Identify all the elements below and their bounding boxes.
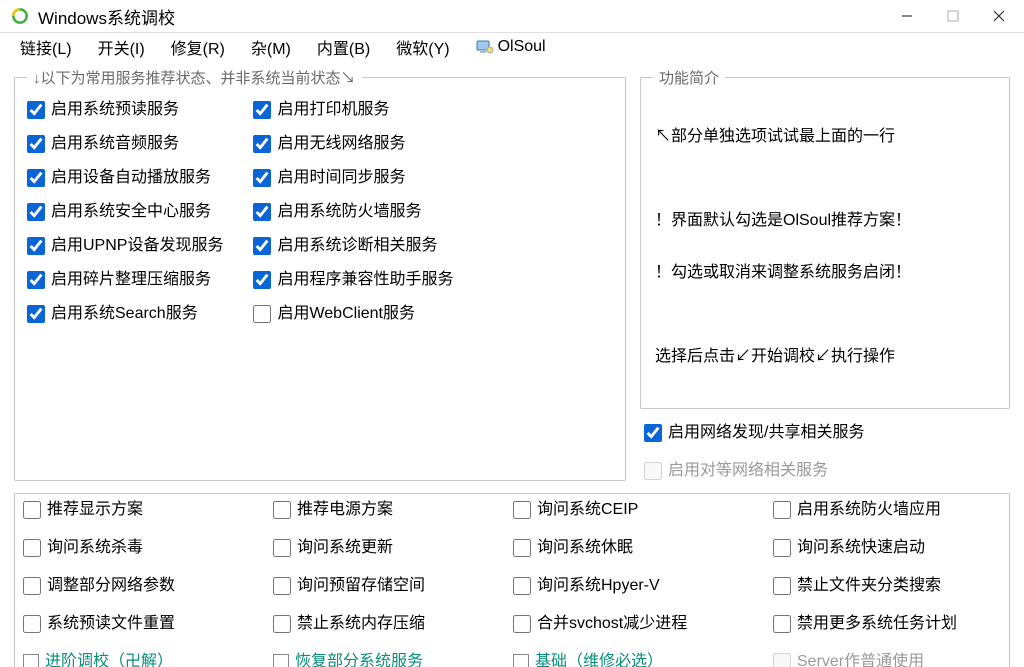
window-root: Windows系统调校 链接(L) 开关(I) 修复(R) 杂(M) 内置(B)… <box>0 0 1024 667</box>
menu-link[interactable]: 链接(L) <box>16 33 76 61</box>
group-services-legend: ↓以下为常用服务推荐状态、并非系统当前状态↘ <box>27 67 362 88</box>
services-col-b: 启用打印机服务 启用无线网络服务 启用时间同步服务 启用系统防火墙服务 启用系统… <box>253 96 453 324</box>
chk-svc-a3[interactable]: 启用系统安全中心服务 <box>27 202 223 222</box>
tristate-icon <box>513 654 529 667</box>
chk-g-2-2[interactable]: 询问系统Hpyer-V <box>513 576 763 596</box>
menu-olsoul[interactable]: OlSoul <box>472 36 550 58</box>
options-panel: 推荐显示方案 推荐电源方案 询问系统CEIP 启用系统防火墙应用 询问系统杀毒 … <box>14 493 1010 667</box>
intro-line4: 选择后点击↙开始调校↙执行操作 <box>655 344 997 370</box>
olsoul-icon <box>476 39 494 55</box>
chk-svc-a6[interactable]: 启用系统Search服务 <box>27 304 223 324</box>
maximize-button[interactable] <box>930 0 976 32</box>
chk-special-advanced[interactable]: 进阶调校（卍解） <box>23 652 263 667</box>
chk-g-2-1[interactable]: 询问预留存储空间 <box>273 576 503 596</box>
tristate-icon <box>23 654 39 667</box>
chk-svc-b0[interactable]: 启用打印机服务 <box>253 100 453 120</box>
chk-g-0-2[interactable]: 询问系统CEIP <box>513 500 763 520</box>
chk-svc-a2[interactable]: 启用设备自动播放服务 <box>27 168 223 188</box>
menu-misc[interactable]: 杂(M) <box>247 33 295 61</box>
chk-g-0-0[interactable]: 推荐显示方案 <box>23 500 263 520</box>
group-services: ↓以下为常用服务推荐状态、并非系统当前状态↘ 启用系统预读服务 启用系统音频服务… <box>14 67 626 481</box>
menu-switch[interactable]: 开关(I) <box>94 33 149 61</box>
chk-g-1-1[interactable]: 询问系统更新 <box>273 538 503 558</box>
chk-svc-b6[interactable]: 启用WebClient服务 <box>253 304 453 324</box>
chk-g-1-3[interactable]: 询问系统快速启动 <box>773 538 1023 558</box>
chk-svc-a1[interactable]: 启用系统音频服务 <box>27 134 223 154</box>
chk-g-3-2[interactable]: 合并svchost减少进程 <box>513 614 763 634</box>
menubar: 链接(L) 开关(I) 修复(R) 杂(M) 内置(B) 微软(Y) OlSou… <box>0 33 1024 61</box>
chk-g-0-1[interactable]: 推荐电源方案 <box>273 500 503 520</box>
menu-builtin[interactable]: 内置(B) <box>313 33 374 61</box>
chk-g-1-0[interactable]: 询问系统杀毒 <box>23 538 263 558</box>
chk-g-2-3[interactable]: 禁止文件夹分类搜索 <box>773 576 1023 596</box>
menu-ms[interactable]: 微软(Y) <box>392 33 453 61</box>
menu-repair[interactable]: 修复(R) <box>167 33 229 61</box>
chk-svc-a4[interactable]: 启用UPNP设备发现服务 <box>27 236 223 256</box>
chk-special-restore[interactable]: 恢复部分系统服务 <box>273 652 503 667</box>
chk-g-2-0[interactable]: 调整部分网络参数 <box>23 576 263 596</box>
chk-svc-b4[interactable]: 启用系统诊断相关服务 <box>253 236 453 256</box>
intro-text: ↖部分单独选项试试最上面的一行 ！界面默认勾选是OlSoul推荐方案！ ！勾选或… <box>653 96 999 398</box>
chk-p2p-services[interactable]: 启用对等网络相关服务 <box>644 461 1010 481</box>
chk-svc-b5[interactable]: 启用程序兼容性助手服务 <box>253 270 453 290</box>
chk-g-1-2[interactable]: 询问系统休眠 <box>513 538 763 558</box>
chk-special-basic[interactable]: 基础（维修必选） <box>513 652 763 667</box>
chk-svc-b2[interactable]: 启用时间同步服务 <box>253 168 453 188</box>
chk-g-3-0[interactable]: 系统预读文件重置 <box>23 614 263 634</box>
chk-g-3-1[interactable]: 禁止系统内存压缩 <box>273 614 503 634</box>
menu-olsoul-label: OlSoul <box>498 38 546 56</box>
group-intro: 功能简介 ↖部分单独选项试试最上面的一行 ！界面默认勾选是OlSoul推荐方案！… <box>640 67 1010 409</box>
intro-line3: ！勾选或取消来调整系统服务启闭！ <box>655 260 997 286</box>
options-grid: 推荐显示方案 推荐电源方案 询问系统CEIP 启用系统防火墙应用 询问系统杀毒 … <box>15 494 1009 667</box>
close-button[interactable] <box>976 0 1022 32</box>
chk-g-0-3[interactable]: 启用系统防火墙应用 <box>773 500 1023 520</box>
client-area: ↓以下为常用服务推荐状态、并非系统当前状态↘ 启用系统预读服务 启用系统音频服务… <box>0 61 1024 667</box>
window-title: Windows系统调校 <box>38 4 175 29</box>
minimize-button[interactable] <box>884 0 930 32</box>
chk-network-discovery[interactable]: 启用网络发现/共享相关服务 <box>644 423 1010 443</box>
chk-svc-a5[interactable]: 启用碎片整理压缩服务 <box>27 270 223 290</box>
intro-line1: ↖部分单独选项试试最上面的一行 <box>655 124 997 150</box>
tristate-icon <box>273 654 289 667</box>
app-icon <box>10 6 30 26</box>
services-col-a: 启用系统预读服务 启用系统音频服务 启用设备自动播放服务 启用系统安全中心服务 … <box>27 96 223 324</box>
chk-special-server[interactable]: Server作普通使用 <box>773 652 1023 667</box>
chk-g-3-3[interactable]: 禁用更多系统任务计划 <box>773 614 1023 634</box>
titlebar: Windows系统调校 <box>0 0 1024 33</box>
group-intro-legend: 功能简介 <box>653 67 725 88</box>
chk-svc-b1[interactable]: 启用无线网络服务 <box>253 134 453 154</box>
chk-svc-b3[interactable]: 启用系统防火墙服务 <box>253 202 453 222</box>
intro-line2: ！界面默认勾选是OlSoul推荐方案！ <box>655 208 997 234</box>
chk-svc-a0[interactable]: 启用系统预读服务 <box>27 100 223 120</box>
